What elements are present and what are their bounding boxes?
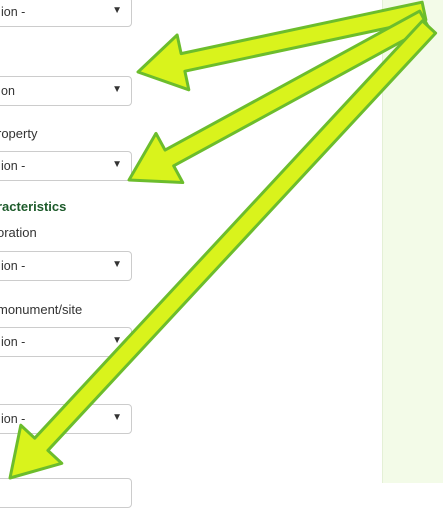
select-value: ion - bbox=[1, 259, 26, 273]
chevron-down-icon: ▼ bbox=[112, 412, 122, 423]
chevron-down-icon: ▼ bbox=[112, 259, 122, 270]
chevron-down-icon: ▼ bbox=[112, 5, 122, 16]
select-field-2[interactable]: on ▼ bbox=[0, 76, 132, 106]
select-value: ion - bbox=[1, 335, 26, 349]
select-value: ion - bbox=[1, 5, 26, 19]
select-field-3[interactable]: ion - ▼ bbox=[0, 151, 132, 181]
select-field-6[interactable]: ion - ▼ bbox=[0, 404, 132, 434]
characteristics-heading: racteristics bbox=[0, 199, 67, 214]
select-field-1[interactable]: ion - ▼ bbox=[0, 0, 132, 27]
property-label: roperty bbox=[0, 126, 38, 141]
select-field-4[interactable]: ion - ▼ bbox=[0, 251, 132, 281]
chevron-down-icon: ▼ bbox=[112, 84, 122, 95]
select-value: ion - bbox=[1, 159, 26, 173]
right-side-panel bbox=[382, 0, 443, 483]
select-value: ion - bbox=[1, 412, 26, 426]
monument-site-label: monument/site bbox=[0, 302, 83, 317]
select-value: on bbox=[1, 84, 15, 98]
chevron-down-icon: ▼ bbox=[112, 335, 122, 346]
chevron-down-icon: ▼ bbox=[112, 159, 122, 170]
select-field-5[interactable]: ion - ▼ bbox=[0, 327, 132, 357]
decoration-label: oration bbox=[0, 225, 37, 240]
